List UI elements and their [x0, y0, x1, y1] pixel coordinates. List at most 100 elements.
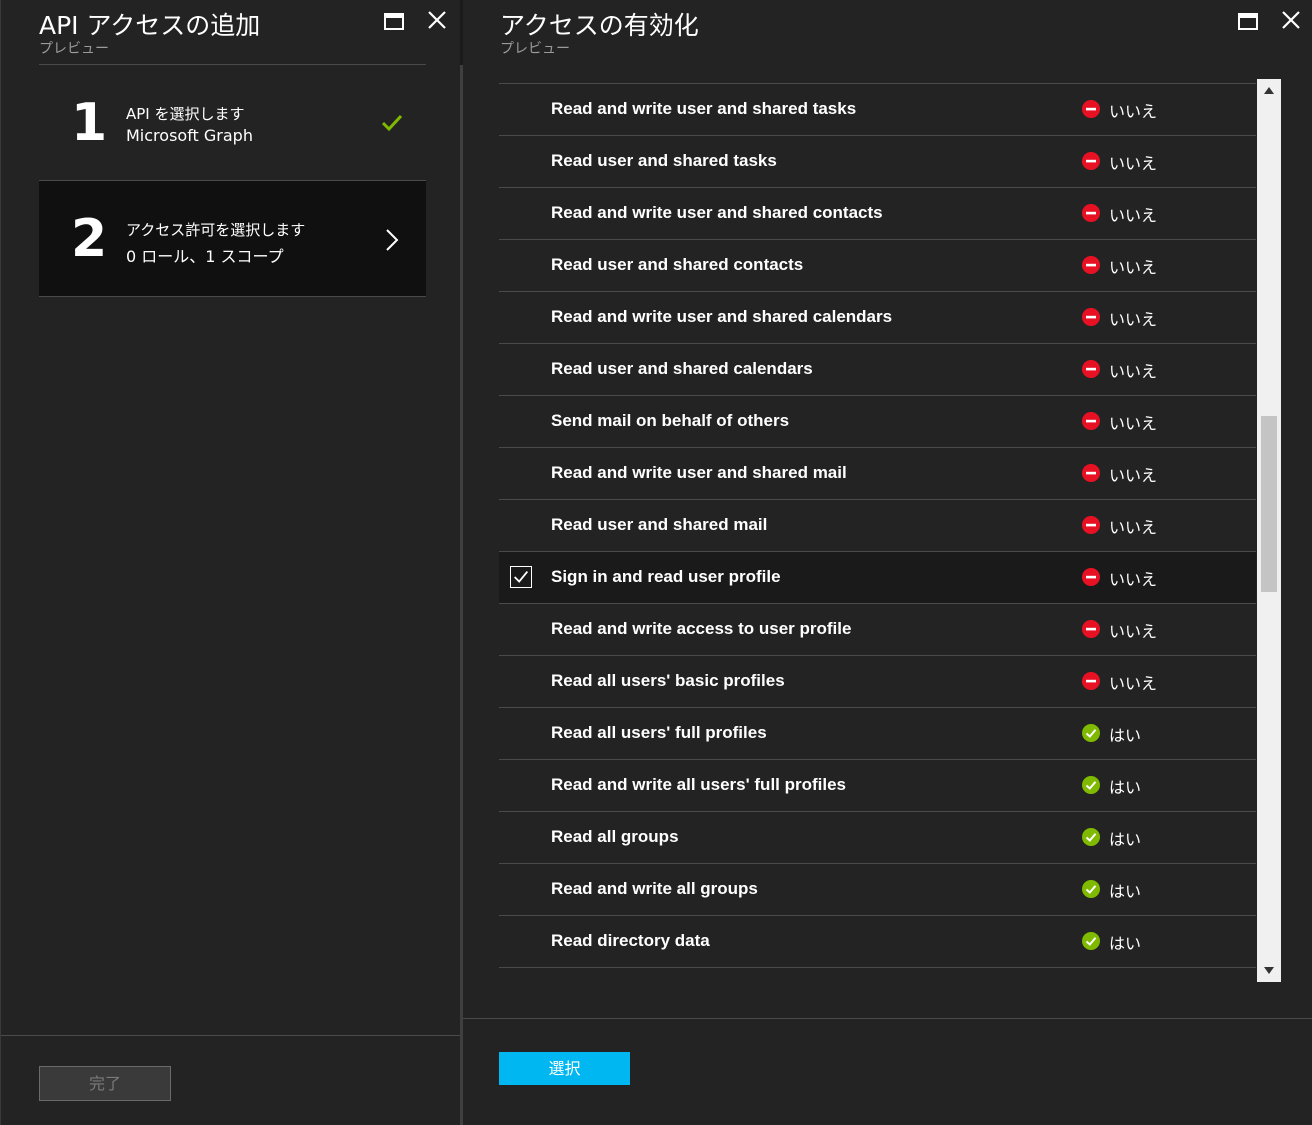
permission-name: Read user and shared mail	[551, 515, 768, 534]
scroll-up-arrow-icon[interactable]	[1264, 87, 1274, 94]
blocked-icon	[1082, 672, 1100, 690]
blocked-icon	[1082, 620, 1100, 638]
permission-row[interactable]: Read user and shared mail いいえ	[499, 500, 1256, 552]
blocked-icon	[1082, 204, 1100, 222]
blade-subtitle: プレビュー	[500, 41, 570, 57]
admin-consent-required: いいえ	[1109, 466, 1158, 485]
permission-row[interactable]: Read all groups はい	[499, 812, 1256, 864]
add-api-access-blade: API アクセスの追加 プレビュー 1 API を選択します Microsoft…	[0, 0, 460, 1125]
step-value: Microsoft Graph	[126, 126, 253, 145]
admin-consent-required: はい	[1109, 778, 1142, 797]
blocked-icon	[1082, 256, 1100, 274]
admin-consent-required: いいえ	[1109, 258, 1158, 277]
permission-name: Read user and shared contacts	[551, 255, 804, 274]
check-circle-icon	[1082, 776, 1100, 794]
check-circle-icon	[1082, 880, 1100, 898]
footer-divider	[463, 1018, 1312, 1019]
scroll-down-arrow-icon[interactable]	[1264, 967, 1274, 974]
permission-row[interactable]: Read and write user and shared tasks いいえ	[499, 84, 1256, 136]
check-circle-icon	[1082, 932, 1100, 950]
admin-consent-required: いいえ	[1109, 154, 1158, 173]
permission-name: Read all groups	[551, 827, 679, 846]
admin-consent-required: いいえ	[1109, 414, 1158, 433]
blocked-icon	[1082, 308, 1100, 326]
step-number: 2	[71, 209, 108, 269]
blocked-icon	[1082, 152, 1100, 170]
permission-row[interactable]: Read and write all groups はい	[499, 864, 1256, 916]
permission-row[interactable]: Read and write user and shared calendars…	[499, 292, 1256, 344]
permission-row[interactable]: Read user and shared contacts いいえ	[499, 240, 1256, 292]
permission-name: Read and write access to user profile	[551, 619, 852, 638]
permission-row[interactable]: Send mail on behalf of others いいえ	[499, 396, 1256, 448]
permissions-list: Read and write user and shared tasks いいえ R…	[499, 80, 1256, 982]
maximize-icon	[1238, 13, 1258, 30]
blocked-icon	[1082, 516, 1100, 534]
admin-consent-required: はい	[1109, 830, 1142, 849]
blade-subtitle: プレビュー	[39, 41, 109, 57]
permission-name: Read and write all users' full profiles	[551, 775, 847, 794]
permission-name: Read and write user and shared mail	[551, 463, 847, 482]
permission-name: Read and write user and shared contacts	[551, 203, 883, 222]
permission-name: Sign in and read user profile	[551, 567, 781, 586]
blade-title: アクセスの有効化	[500, 11, 699, 40]
check-circle-icon	[1082, 828, 1100, 846]
close-icon	[428, 11, 446, 29]
step-title: アクセス許可を選択します	[126, 221, 306, 239]
blade-title: API アクセスの追加	[39, 11, 261, 40]
permission-row[interactable]: Read and write all users' full profiles は…	[499, 760, 1256, 812]
permission-name: Read directory data	[551, 931, 710, 950]
scrollbar-thumb[interactable]	[1261, 415, 1277, 592]
blocked-icon	[1082, 412, 1100, 430]
maximize-button[interactable]	[381, 8, 407, 34]
permission-row[interactable]: Read user and shared tasks いいえ	[499, 136, 1256, 188]
enable-access-blade: アクセスの有効化 プレビュー Read and write user and s…	[463, 0, 1312, 1125]
footer-divider	[1, 1035, 460, 1036]
maximize-button[interactable]	[1235, 8, 1261, 34]
permission-row[interactable]: Read all users' full profiles はい	[499, 708, 1256, 760]
permission-row[interactable]: Read all users' basic profiles いいえ	[499, 656, 1256, 708]
admin-consent-required: はい	[1109, 726, 1142, 745]
permission-name: Read all users' basic profiles	[551, 671, 785, 690]
blocked-icon	[1082, 100, 1100, 118]
step-select-api[interactable]: 1 API を選択します Microsoft Graph	[39, 65, 426, 181]
check-circle-icon	[1082, 724, 1100, 742]
step-value: 0 ロール、1 スコープ	[126, 247, 284, 266]
admin-consent-required: いいえ	[1109, 518, 1158, 537]
permission-name: Read and write user and shared calendars	[551, 307, 893, 326]
permission-row[interactable]: Read user and shared calendars いいえ	[499, 344, 1256, 396]
admin-consent-required: いいえ	[1109, 570, 1158, 589]
blocked-icon	[1082, 568, 1100, 586]
permission-name: Read and write all groups	[551, 879, 758, 898]
vertical-scrollbar[interactable]	[1257, 79, 1281, 982]
admin-consent-required: いいえ	[1109, 206, 1158, 225]
permission-row[interactable]: Sign in and read user profile いいえ	[499, 552, 1256, 604]
select-button[interactable]: 選択	[499, 1052, 630, 1085]
blade-header: API アクセスの追加 プレビュー	[1, 0, 460, 65]
blocked-icon	[1082, 360, 1100, 378]
step-select-permissions[interactable]: 2 アクセス許可を選択します 0 ロール、1 スコープ	[39, 181, 426, 297]
permission-name: Read user and shared tasks	[551, 151, 777, 170]
close-button[interactable]	[1278, 8, 1304, 34]
blocked-icon	[1082, 464, 1100, 482]
chevron-right-icon	[386, 229, 399, 251]
permission-name: Read and write user and shared tasks	[551, 99, 857, 118]
admin-consent-required: いいえ	[1109, 622, 1158, 641]
permission-row[interactable]: Read directory data はい	[499, 916, 1256, 968]
admin-consent-required: はい	[1109, 882, 1142, 901]
admin-consent-required: いいえ	[1109, 310, 1158, 329]
maximize-icon	[384, 13, 404, 30]
blade-header: アクセスの有効化 プレビュー	[463, 0, 1312, 65]
permission-row[interactable]: Read and write user and shared mail いいえ	[499, 448, 1256, 500]
checkmark-icon	[381, 114, 403, 132]
permission-row[interactable]: Read and write user and shared contacts い…	[499, 188, 1256, 240]
permission-row[interactable]: Read and write access to user profile いいえ	[499, 604, 1256, 656]
close-icon	[1282, 11, 1300, 29]
step-title: API を選択します	[126, 105, 245, 123]
admin-consent-required: いいえ	[1109, 362, 1158, 381]
checkbox-checked-icon[interactable]	[510, 566, 532, 588]
admin-consent-required: いいえ	[1109, 102, 1158, 121]
step-number: 1	[71, 93, 108, 153]
close-button[interactable]	[424, 8, 450, 34]
done-button[interactable]: 完了	[39, 1066, 171, 1101]
admin-consent-required: はい	[1109, 934, 1142, 953]
